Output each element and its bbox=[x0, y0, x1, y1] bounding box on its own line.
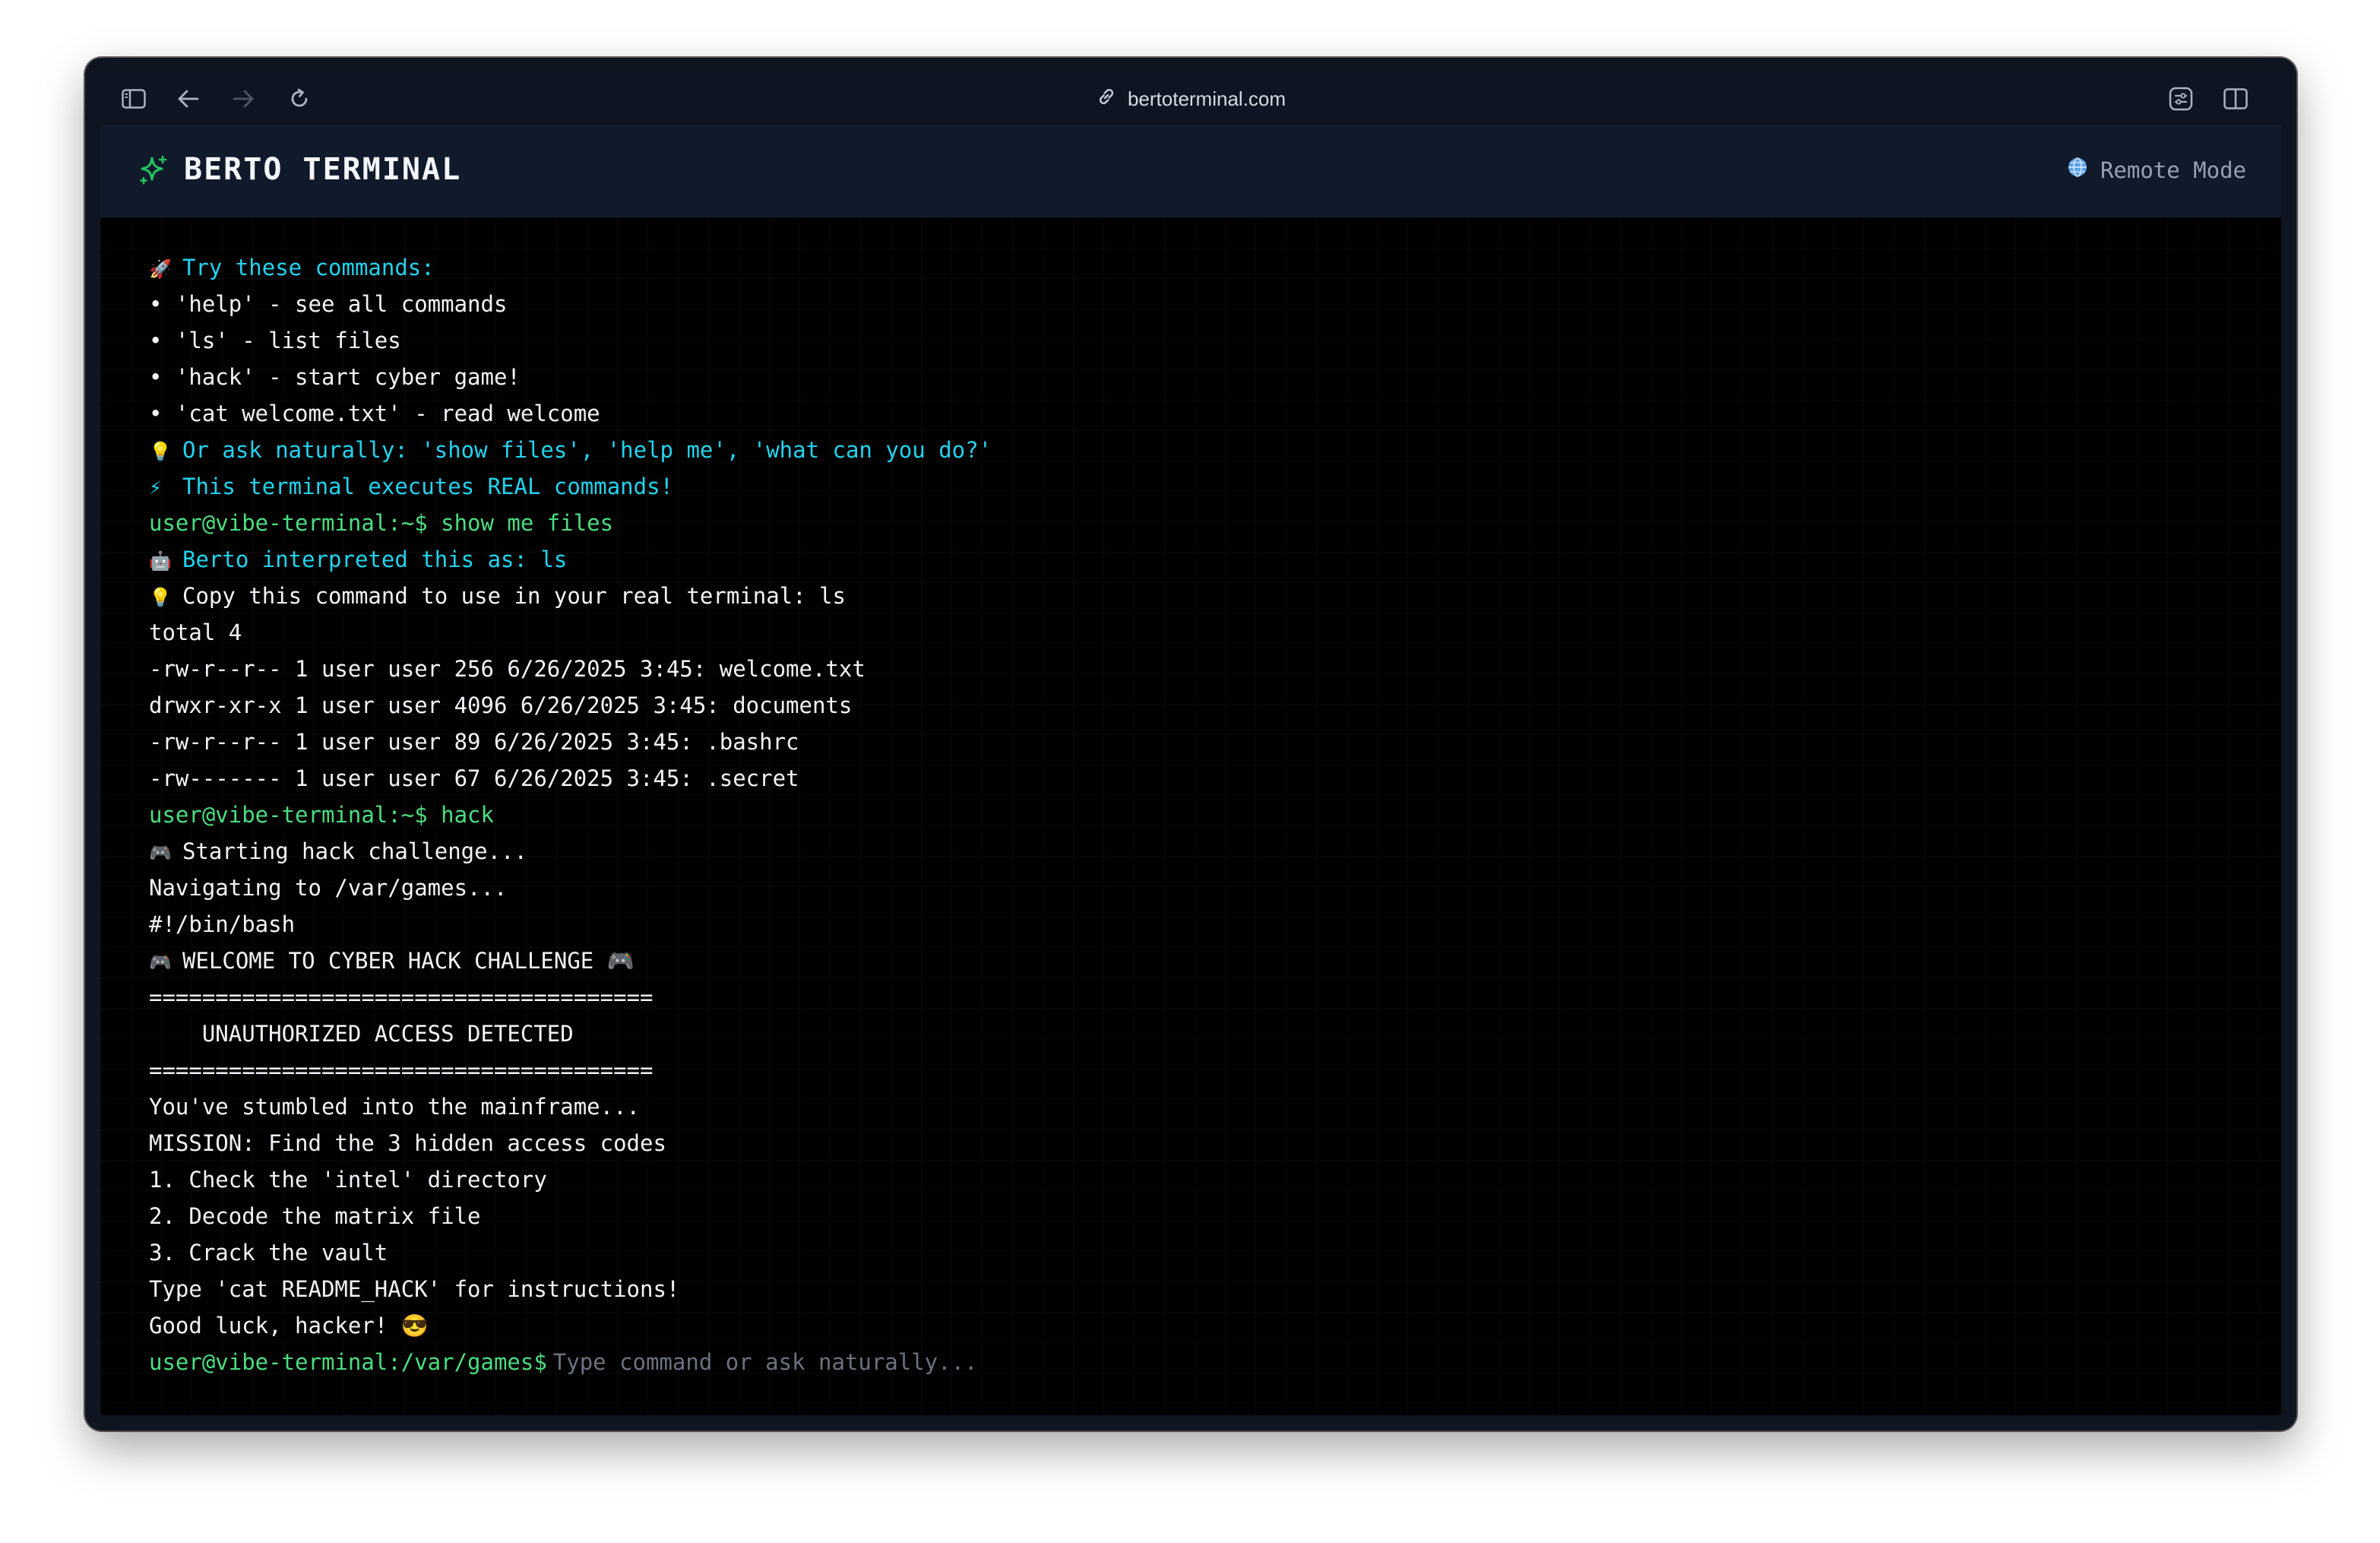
remote-mode-indicator[interactable]: Remote Mode bbox=[2067, 157, 2246, 183]
address-bar[interactable]: bertoterminal.com bbox=[100, 73, 2281, 125]
terminal-line-text: • 'cat welcome.txt' - read welcome bbox=[149, 401, 600, 426]
terminal-line: drwxr-xr-x 1 user user 4096 6/26/2025 3:… bbox=[149, 687, 2281, 724]
terminal-line: Good luck, hacker! 😎 bbox=[149, 1307, 2281, 1344]
terminal-line: You've stumbled into the mainframe... bbox=[149, 1088, 2281, 1125]
url-text: bertoterminal.com bbox=[1127, 87, 1287, 110]
line-emoji-icon: 💡 bbox=[149, 441, 172, 462]
line-emoji-icon: 🤖 bbox=[149, 550, 172, 572]
terminal-line: user@vibe-terminal:~$ show me files bbox=[149, 505, 2281, 541]
line-emoji-icon: 🚀 bbox=[149, 258, 172, 280]
split-view-icon[interactable] bbox=[2219, 82, 2252, 116]
terminal-line-text: You've stumbled into the mainframe... bbox=[149, 1094, 641, 1120]
terminal-line: 3. Crack the vault bbox=[149, 1234, 2281, 1271]
terminal-line-text: Try these commands: bbox=[182, 255, 435, 280]
terminal-line-text: 3. Crack the vault bbox=[149, 1240, 388, 1266]
terminal-line-text: 1. Check the 'intel' directory bbox=[149, 1167, 547, 1193]
terminal-line: Navigating to /var/games... bbox=[149, 870, 2281, 906]
terminal-line: 💡 Copy this command to use in your real t… bbox=[149, 578, 2281, 614]
terminal-line-text: user@vibe-terminal:~$ hack bbox=[149, 802, 494, 828]
terminal-line: ⚡ This terminal executes REAL commands! bbox=[149, 468, 2281, 505]
terminal-line: -rw------- 1 user user 67 6/26/2025 3:45… bbox=[149, 760, 2281, 797]
terminal-output[interactable]: 🚀 Try these commands: • 'help' - see all c… bbox=[100, 217, 2281, 1415]
terminal-line-text: • 'help' - see all commands bbox=[149, 291, 508, 317]
line-emoji-icon: 🎮 bbox=[149, 952, 172, 973]
terminal-line-text: Navigating to /var/games... bbox=[149, 875, 508, 901]
terminal-line: 1. Check the 'intel' directory bbox=[149, 1161, 2281, 1198]
terminal-line-text: total 4 bbox=[149, 619, 242, 645]
terminal-line-text: user@vibe-terminal:~$ show me files bbox=[149, 510, 614, 536]
terminal-line: user@vibe-terminal:~$ hack bbox=[149, 797, 2281, 833]
terminal-line: 🎮 Starting hack challenge... bbox=[149, 833, 2281, 870]
terminal-line: 🎮 WELCOME TO CYBER HACK CHALLENGE 🎮 bbox=[149, 943, 2281, 979]
terminal-line: Type 'cat README_HACK' for instructions! bbox=[149, 1271, 2281, 1307]
sparkle-logo-icon bbox=[137, 154, 170, 190]
terminal-line-text: Good luck, hacker! 😎 bbox=[149, 1313, 429, 1339]
terminal-line-text: -rw------- 1 user user 67 6/26/2025 3:45… bbox=[149, 765, 799, 791]
terminal-line-text: #!/bin/bash bbox=[149, 911, 296, 937]
browser-window: bertoterminal.com BERTO TERMINAL Remote … bbox=[85, 58, 2296, 1431]
browser-toolbar: bertoterminal.com bbox=[100, 73, 2281, 125]
terminal-line-text: ====================================== bbox=[149, 984, 654, 1010]
terminal-line: ====================================== bbox=[149, 979, 2281, 1015]
terminal-line: ====================================== bbox=[149, 1052, 2281, 1088]
terminal-line-text: • 'ls' - list files bbox=[149, 328, 401, 353]
terminal-line: #!/bin/bash bbox=[149, 906, 2281, 943]
link-icon bbox=[1096, 86, 1117, 112]
terminal-line-text: 2. Decode the matrix file bbox=[149, 1203, 481, 1229]
app-header: BERTO TERMINAL Remote Mode bbox=[100, 125, 2281, 219]
terminal-line: • 'ls' - list files bbox=[149, 322, 2281, 359]
terminal-line: • 'cat welcome.txt' - read welcome bbox=[149, 395, 2281, 432]
terminal-line-text: MISSION: Find the 3 hidden access codes bbox=[149, 1130, 666, 1156]
terminal-line: UNAUTHORIZED ACCESS DETECTED bbox=[149, 1015, 2281, 1052]
globe-icon bbox=[2067, 157, 2088, 183]
terminal-line-text: • 'hack' - start cyber game! bbox=[149, 364, 521, 390]
terminal-line: • 'hack' - start cyber game! bbox=[149, 359, 2281, 395]
extensions-icon[interactable] bbox=[2164, 82, 2198, 116]
terminal-line-text: drwxr-xr-x 1 user user 4096 6/26/2025 3:… bbox=[149, 692, 853, 718]
terminal-line: MISSION: Find the 3 hidden access codes bbox=[149, 1125, 2281, 1161]
terminal-line-text: Or ask naturally: 'show files', 'help me… bbox=[182, 437, 992, 463]
line-emoji-icon: ⚡ bbox=[149, 477, 162, 499]
terminal-lines: 🚀 Try these commands: • 'help' - see all c… bbox=[149, 249, 2281, 1344]
terminal-line: 🚀 Try these commands: bbox=[149, 249, 2281, 286]
terminal-line-text: This terminal executes REAL commands! bbox=[182, 474, 674, 499]
terminal-line-text: Starting hack challenge... bbox=[182, 838, 527, 864]
app-title: BERTO TERMINAL bbox=[184, 152, 462, 187]
terminal-line-text: ====================================== bbox=[149, 1057, 654, 1083]
terminal-line-text: Copy this command to use in your real te… bbox=[182, 583, 846, 609]
terminal-line: -rw-r--r-- 1 user user 256 6/26/2025 3:4… bbox=[149, 651, 2281, 687]
terminal-input-row[interactable]: user@vibe-terminal:/var/games$ bbox=[149, 1344, 2281, 1380]
browser-viewport: bertoterminal.com BERTO TERMINAL Remote … bbox=[100, 73, 2281, 1415]
terminal-line-text: UNAUTHORIZED ACCESS DETECTED bbox=[149, 1021, 574, 1047]
terminal-line: -rw-r--r-- 1 user user 89 6/26/2025 3:45… bbox=[149, 724, 2281, 760]
line-emoji-icon: 💡 bbox=[149, 587, 172, 608]
terminal-line-text: Berto interpreted this as: ls bbox=[182, 547, 568, 572]
terminal-line: total 4 bbox=[149, 614, 2281, 651]
terminal-line: 2. Decode the matrix file bbox=[149, 1198, 2281, 1234]
terminal-prompt: user@vibe-terminal:/var/games$ bbox=[149, 1349, 547, 1375]
terminal-line: • 'help' - see all commands bbox=[149, 286, 2281, 322]
terminal-line: 💡 Or ask naturally: 'show files', 'help m… bbox=[149, 432, 2281, 468]
terminal-command-input[interactable] bbox=[546, 1349, 1693, 1375]
terminal-line-text: -rw-r--r-- 1 user user 89 6/26/2025 3:45… bbox=[149, 729, 799, 755]
remote-mode-label: Remote Mode bbox=[2100, 157, 2246, 183]
terminal-line-text: WELCOME TO CYBER HACK CHALLENGE 🎮 bbox=[182, 948, 635, 974]
terminal-line-text: -rw-r--r-- 1 user user 256 6/26/2025 3:4… bbox=[149, 656, 866, 682]
line-emoji-icon: 🎮 bbox=[149, 842, 172, 863]
terminal-line-text: Type 'cat README_HACK' for instructions! bbox=[149, 1276, 680, 1302]
terminal-line: 🤖 Berto interpreted this as: ls bbox=[149, 541, 2281, 578]
